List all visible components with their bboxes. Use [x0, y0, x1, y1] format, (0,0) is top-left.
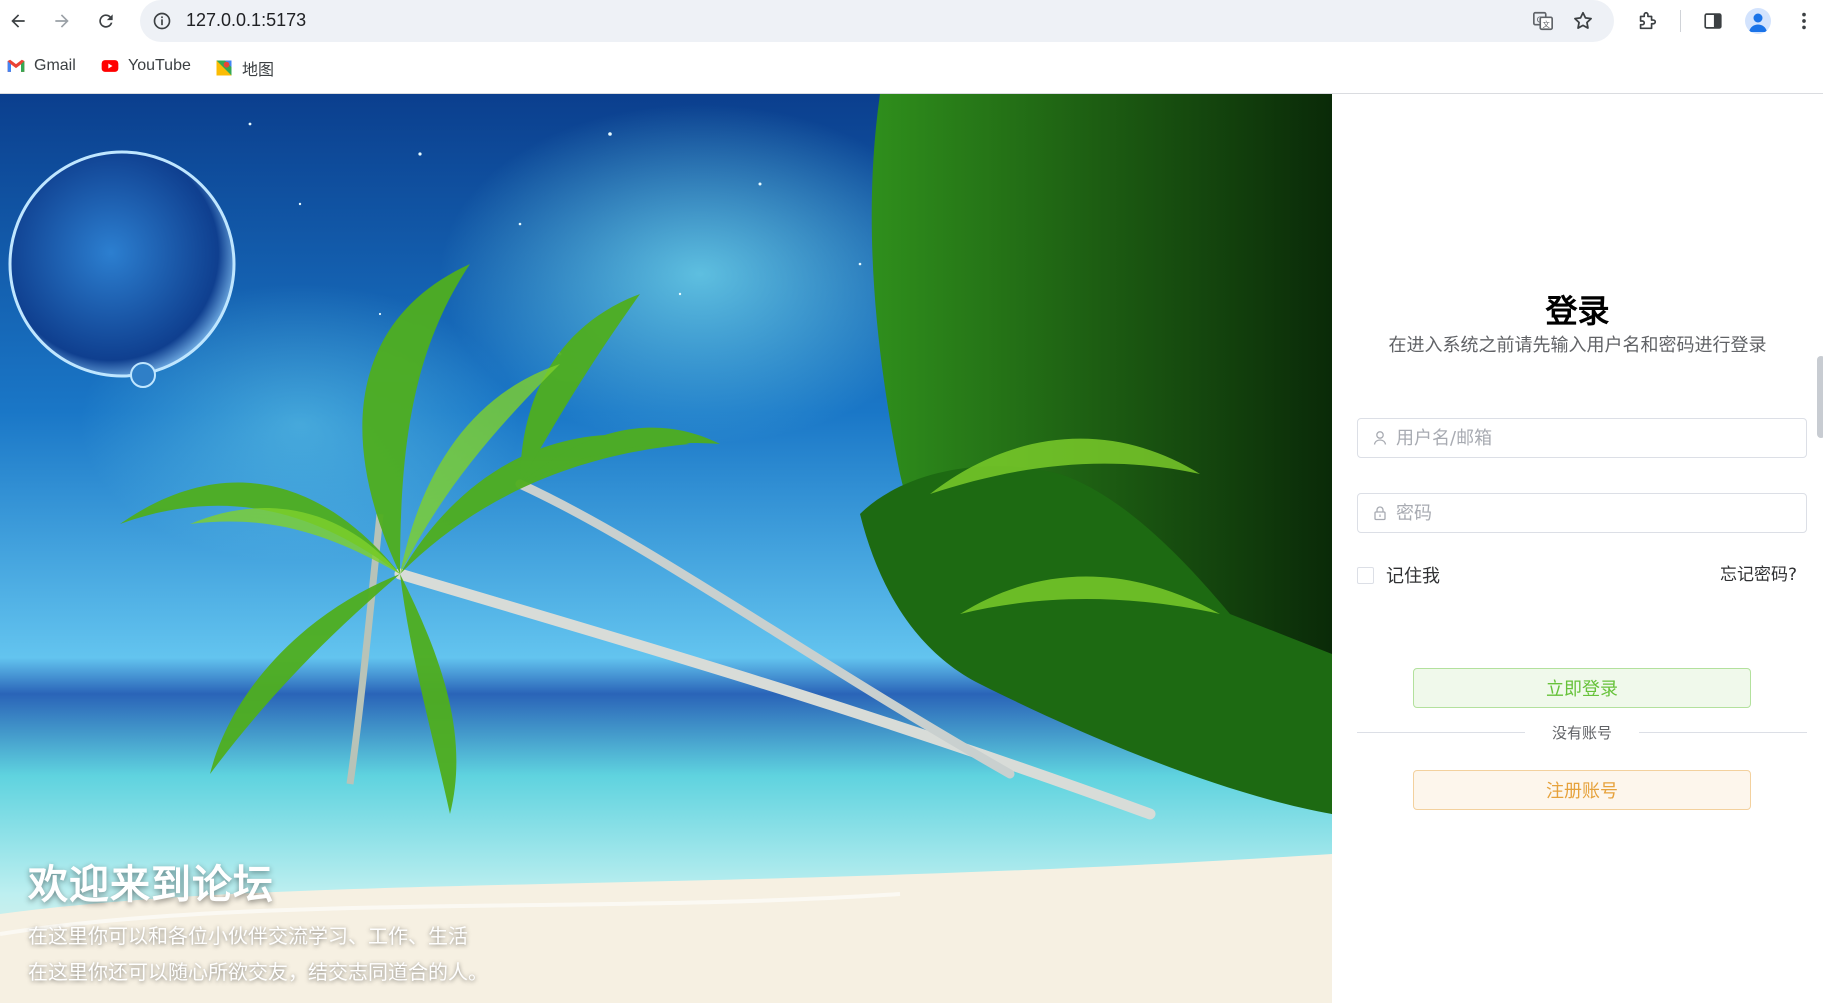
- menu-kebab-icon[interactable]: [1793, 10, 1815, 32]
- bookmark-youtube[interactable]: YouTube: [100, 56, 191, 76]
- login-panel: 登录 在进入系统之前请先输入用户名和密码进行登录 记住我 忘记密码? 立即登录 …: [1332, 94, 1823, 1003]
- remember-me-checkbox[interactable]: [1357, 566, 1374, 584]
- username-input[interactable]: [1396, 427, 1796, 449]
- remember-me-label[interactable]: 记住我: [1386, 562, 1440, 588]
- gmail-icon: [7, 59, 25, 72]
- forward-icon[interactable]: [49, 8, 75, 34]
- side-panel-handle[interactable]: [1817, 356, 1823, 438]
- extensions-icon[interactable]: [1636, 10, 1658, 32]
- site-info-icon[interactable]: [152, 11, 172, 31]
- url-text[interactable]: 127.0.0.1:5173: [186, 10, 306, 31]
- no-account-divider: 没有账号: [1357, 722, 1807, 742]
- register-button[interactable]: 注册账号: [1413, 770, 1751, 810]
- maps-icon: [216, 60, 232, 76]
- password-field[interactable]: [1357, 493, 1807, 533]
- divider-text: 没有账号: [1529, 724, 1634, 742]
- svg-text:文: 文: [1543, 20, 1551, 29]
- welcome-line-2: 在这里你还可以随心所欲交友，结交志同道合的人。: [28, 960, 488, 984]
- back-icon[interactable]: [5, 8, 31, 34]
- lock-icon: [1374, 506, 1386, 521]
- bookmark-label: Gmail: [34, 57, 76, 74]
- translate-icon[interactable]: G 文: [1532, 10, 1554, 32]
- browser-toolbar: 127.0.0.1:5173 G 文: [0, 0, 1823, 42]
- address-bar[interactable]: 127.0.0.1:5173 G 文: [140, 0, 1614, 42]
- forgot-password-link[interactable]: 忘记密码?: [1720, 560, 1797, 585]
- side-panel-icon[interactable]: [1702, 10, 1724, 32]
- profile-avatar-icon[interactable]: [1745, 8, 1771, 34]
- username-field[interactable]: [1357, 418, 1807, 458]
- youtube-icon: [101, 60, 119, 72]
- password-input[interactable]: [1396, 502, 1796, 524]
- login-button[interactable]: 立即登录: [1413, 668, 1751, 708]
- toolbar-separator: [1680, 10, 1681, 32]
- login-title: 登录: [1545, 292, 1610, 330]
- divider-text-wrap: 没有账号: [1357, 722, 1807, 743]
- bookmark-gmail[interactable]: Gmail: [6, 56, 76, 76]
- remember-me[interactable]: 记住我: [1357, 562, 1440, 588]
- login-subtitle: 在进入系统之前请先输入用户名和密码进行登录: [1388, 335, 1767, 356]
- bookmarks-bar: Gmail YouTube 地图: [0, 42, 1823, 94]
- bookmark-label: YouTube: [128, 57, 191, 74]
- welcome-title: 欢迎来到论坛: [28, 862, 274, 908]
- welcome-line-1: 在这里你可以和各位小伙伴交流学习、工作、生活: [28, 924, 468, 948]
- bookmark-star-icon[interactable]: [1572, 10, 1594, 32]
- bookmark-label: 地图: [242, 62, 275, 79]
- user-icon: [1373, 431, 1387, 445]
- bookmark-maps[interactable]: 地图: [214, 56, 274, 80]
- reload-icon[interactable]: [93, 8, 119, 34]
- hero-image: 欢迎来到论坛 在这里你可以和各位小伙伴交流学习、工作、生活 在这里你还可以随心所…: [0, 94, 1332, 1003]
